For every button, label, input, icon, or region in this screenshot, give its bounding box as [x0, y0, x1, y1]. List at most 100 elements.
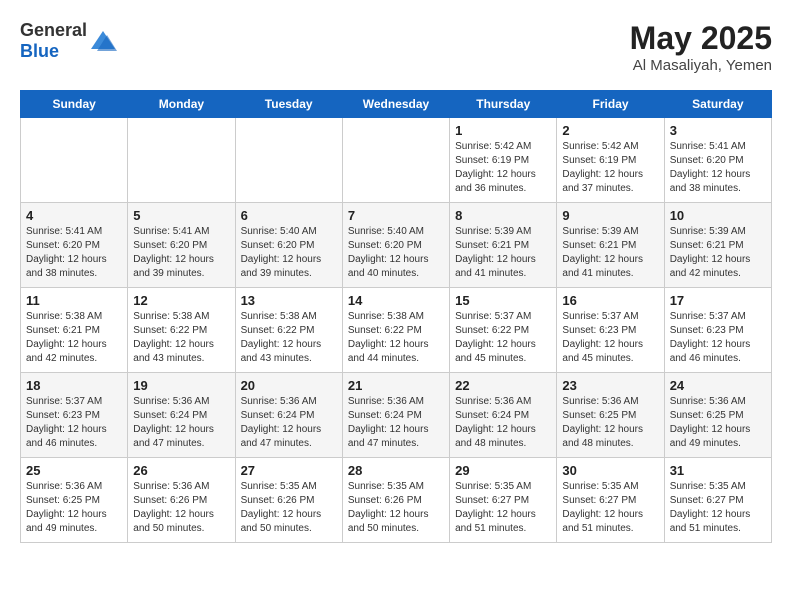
calendar-cell: 15 Sunrise: 5:37 AM Sunset: 6:22 PM Dayli…	[450, 288, 557, 373]
calendar-cell: 21 Sunrise: 5:36 AM Sunset: 6:24 PM Dayli…	[342, 373, 449, 458]
cell-content: Sunrise: 5:36 AM Sunset: 6:25 PM Dayligh…	[670, 395, 766, 451]
calendar-cell: 3 Sunrise: 5:41 AM Sunset: 6:20 PM Daylig…	[664, 118, 771, 203]
cell-content: Sunrise: 5:36 AM Sunset: 6:24 PM Dayligh…	[455, 395, 551, 451]
calendar-cell: 17 Sunrise: 5:37 AM Sunset: 6:23 PM Dayli…	[664, 288, 771, 373]
day-number: 4	[26, 208, 122, 223]
day-number: 13	[241, 293, 337, 308]
day-number: 24	[670, 378, 766, 393]
cell-content: Sunrise: 5:39 AM Sunset: 6:21 PM Dayligh…	[455, 225, 551, 281]
cell-content: Sunrise: 5:35 AM Sunset: 6:27 PM Dayligh…	[670, 480, 766, 536]
cell-content: Sunrise: 5:38 AM Sunset: 6:22 PM Dayligh…	[348, 310, 444, 366]
day-number: 8	[455, 208, 551, 223]
day-number: 18	[26, 378, 122, 393]
day-number: 5	[133, 208, 229, 223]
calendar-cell: 6Sunrise: 5:40 AM Sunset: 6:20 PM Daylig…	[235, 203, 342, 288]
calendar-cell: 29 Sunrise: 5:35 AM Sunset: 6:27 PM Dayli…	[450, 458, 557, 543]
calendar-cell: 11 Sunrise: 5:38 AM Sunset: 6:21 PM Dayli…	[21, 288, 128, 373]
day-number: 22	[455, 378, 551, 393]
calendar-cell: 30 Sunrise: 5:35 AM Sunset: 6:27 PM Dayli…	[557, 458, 664, 543]
page-header: General Blue May 2025 Al Masaliyah, Yeme…	[20, 20, 772, 74]
day-number: 23	[562, 378, 658, 393]
calendar-week-row: 11 Sunrise: 5:38 AM Sunset: 6:21 PM Dayli…	[21, 288, 772, 373]
cell-content: Sunrise: 5:41 AM Sunset: 6:20 PM Dayligh…	[133, 225, 229, 281]
calendar-cell	[21, 118, 128, 203]
cell-content: Sunrise: 5:36 AM Sunset: 6:25 PM Dayligh…	[26, 480, 122, 536]
day-number: 28	[348, 463, 444, 478]
calendar-cell: 18 Sunrise: 5:37 AM Sunset: 6:23 PM Dayli…	[21, 373, 128, 458]
day-number: 21	[348, 378, 444, 393]
calendar-cell: 12 Sunrise: 5:38 AM Sunset: 6:22 PM Dayli…	[128, 288, 235, 373]
day-number: 27	[241, 463, 337, 478]
cell-content: Sunrise: 5:41 AM Sunset: 6:20 PM Dayligh…	[26, 225, 122, 281]
calendar-cell: 14Sunrise: 5:38 AM Sunset: 6:22 PM Dayli…	[342, 288, 449, 373]
day-number: 30	[562, 463, 658, 478]
day-number: 29	[455, 463, 551, 478]
cell-content: Sunrise: 5:40 AM Sunset: 6:20 PM Dayligh…	[348, 225, 444, 281]
day-number: 7	[348, 208, 444, 223]
cell-content: Sunrise: 5:42 AM Sunset: 6:19 PM Dayligh…	[455, 140, 551, 196]
cell-content: Sunrise: 5:38 AM Sunset: 6:21 PM Dayligh…	[26, 310, 122, 366]
calendar-cell: 10Sunrise: 5:39 AM Sunset: 6:21 PM Dayli…	[664, 203, 771, 288]
calendar-cell: 16 Sunrise: 5:37 AM Sunset: 6:23 PM Dayli…	[557, 288, 664, 373]
cell-content: Sunrise: 5:35 AM Sunset: 6:27 PM Dayligh…	[562, 480, 658, 536]
day-number: 31	[670, 463, 766, 478]
calendar-cell: 13 Sunrise: 5:38 AM Sunset: 6:22 PM Dayli…	[235, 288, 342, 373]
day-header-saturday: Saturday	[664, 91, 771, 118]
day-header-friday: Friday	[557, 91, 664, 118]
day-header-tuesday: Tuesday	[235, 91, 342, 118]
calendar-cell: 19Sunrise: 5:36 AM Sunset: 6:24 PM Dayli…	[128, 373, 235, 458]
month-year-title: May 2025	[630, 20, 772, 57]
calendar-cell: 20Sunrise: 5:36 AM Sunset: 6:24 PM Dayli…	[235, 373, 342, 458]
calendar-cell: 22 Sunrise: 5:36 AM Sunset: 6:24 PM Dayli…	[450, 373, 557, 458]
cell-content: Sunrise: 5:36 AM Sunset: 6:24 PM Dayligh…	[348, 395, 444, 451]
day-header-sunday: Sunday	[21, 91, 128, 118]
calendar-cell: 27 Sunrise: 5:35 AM Sunset: 6:26 PM Dayli…	[235, 458, 342, 543]
cell-content: Sunrise: 5:39 AM Sunset: 6:21 PM Dayligh…	[562, 225, 658, 281]
cell-content: Sunrise: 5:38 AM Sunset: 6:22 PM Dayligh…	[241, 310, 337, 366]
calendar-cell: 25Sunrise: 5:36 AM Sunset: 6:25 PM Dayli…	[21, 458, 128, 543]
calendar-cell: 24 Sunrise: 5:36 AM Sunset: 6:25 PM Dayli…	[664, 373, 771, 458]
day-header-thursday: Thursday	[450, 91, 557, 118]
day-number: 10	[670, 208, 766, 223]
calendar-header-row: SundayMondayTuesdayWednesdayThursdayFrid…	[21, 91, 772, 118]
calendar-cell: 7 Sunrise: 5:40 AM Sunset: 6:20 PM Daylig…	[342, 203, 449, 288]
day-header-monday: Monday	[128, 91, 235, 118]
logo-icon	[89, 27, 117, 55]
day-number: 11	[26, 293, 122, 308]
cell-content: Sunrise: 5:37 AM Sunset: 6:22 PM Dayligh…	[455, 310, 551, 366]
calendar-cell: 4 Sunrise: 5:41 AM Sunset: 6:20 PM Daylig…	[21, 203, 128, 288]
day-number: 2	[562, 123, 658, 138]
cell-content: Sunrise: 5:37 AM Sunset: 6:23 PM Dayligh…	[26, 395, 122, 451]
calendar-cell: 31 Sunrise: 5:35 AM Sunset: 6:27 PM Dayli…	[664, 458, 771, 543]
day-number: 26	[133, 463, 229, 478]
cell-content: Sunrise: 5:41 AM Sunset: 6:20 PM Dayligh…	[670, 140, 766, 196]
day-number: 17	[670, 293, 766, 308]
cell-content: Sunrise: 5:35 AM Sunset: 6:26 PM Dayligh…	[348, 480, 444, 536]
day-number: 16	[562, 293, 658, 308]
cell-content: Sunrise: 5:37 AM Sunset: 6:23 PM Dayligh…	[562, 310, 658, 366]
calendar-cell: 1 Sunrise: 5:42 AM Sunset: 6:19 PM Daylig…	[450, 118, 557, 203]
calendar-cell: 2Sunrise: 5:42 AM Sunset: 6:19 PM Daylig…	[557, 118, 664, 203]
cell-content: Sunrise: 5:36 AM Sunset: 6:24 PM Dayligh…	[133, 395, 229, 451]
calendar-week-row: 18 Sunrise: 5:37 AM Sunset: 6:23 PM Dayli…	[21, 373, 772, 458]
day-number: 1	[455, 123, 551, 138]
cell-content: Sunrise: 5:36 AM Sunset: 6:26 PM Dayligh…	[133, 480, 229, 536]
title-block: May 2025 Al Masaliyah, Yemen	[630, 20, 772, 74]
calendar-cell: 28 Sunrise: 5:35 AM Sunset: 6:26 PM Dayli…	[342, 458, 449, 543]
day-number: 20	[241, 378, 337, 393]
calendar-cell: 8 Sunrise: 5:39 AM Sunset: 6:21 PM Daylig…	[450, 203, 557, 288]
day-number: 12	[133, 293, 229, 308]
calendar-cell	[235, 118, 342, 203]
day-number: 15	[455, 293, 551, 308]
calendar-cell: 5 Sunrise: 5:41 AM Sunset: 6:20 PM Daylig…	[128, 203, 235, 288]
cell-content: Sunrise: 5:35 AM Sunset: 6:26 PM Dayligh…	[241, 480, 337, 536]
cell-content: Sunrise: 5:35 AM Sunset: 6:27 PM Dayligh…	[455, 480, 551, 536]
day-number: 3	[670, 123, 766, 138]
calendar-cell	[342, 118, 449, 203]
cell-content: Sunrise: 5:38 AM Sunset: 6:22 PM Dayligh…	[133, 310, 229, 366]
logo: General Blue	[20, 20, 117, 62]
cell-content: Sunrise: 5:37 AM Sunset: 6:23 PM Dayligh…	[670, 310, 766, 366]
calendar-cell: 23Sunrise: 5:36 AM Sunset: 6:25 PM Dayli…	[557, 373, 664, 458]
location-subtitle: Al Masaliyah, Yemen	[630, 57, 772, 74]
logo-text: General Blue	[20, 20, 87, 62]
